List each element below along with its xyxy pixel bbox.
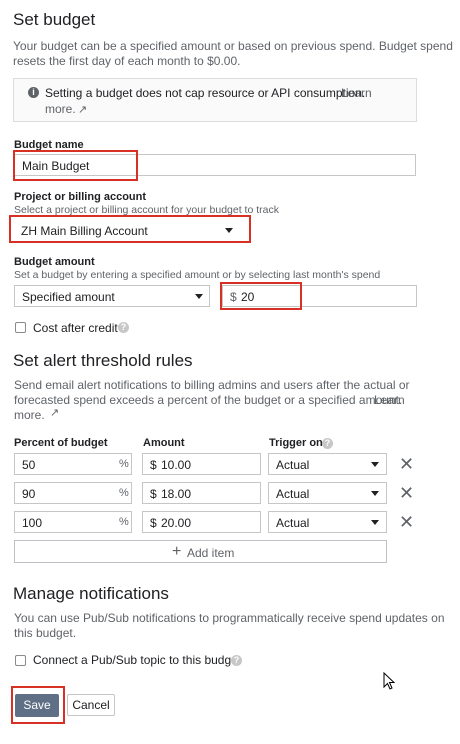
pubsub-label: Connect a Pub/Sub topic to this budget — [33, 653, 242, 667]
highlight-amount — [220, 282, 302, 310]
chevron-down-icon — [371, 462, 379, 467]
notifications-heading: Manage notifications — [13, 584, 169, 603]
percent-input-2[interactable]: 90 % — [14, 482, 132, 504]
alert-learn-more-link[interactable]: more. — [14, 407, 45, 424]
budget-amount-label: Budget amount — [14, 256, 95, 268]
amount-value-2: 18.00 — [161, 487, 192, 501]
amount-type-select[interactable]: Specified amount — [14, 285, 210, 307]
remove-row-icon[interactable]: ✕ — [399, 513, 414, 531]
budget-description-line2: resets the first day of each month to $0… — [13, 54, 241, 68]
amount-currency: $ — [150, 458, 157, 472]
trigger-select-2[interactable]: Actual — [268, 482, 387, 504]
amount-value-1: 10.00 — [161, 458, 192, 472]
alert-description-line2: forecasted spend exceeds a percent of th… — [14, 393, 403, 407]
add-item-button[interactable]: + Add item — [14, 540, 387, 563]
notifications-description-line1: You can use Pub/Sub notifications to pro… — [14, 611, 445, 625]
help-icon[interactable]: ? — [322, 438, 333, 449]
percent-input-3[interactable]: 100 % — [14, 511, 132, 533]
remove-row-icon[interactable]: ✕ — [399, 455, 414, 473]
col-amount-header: Amount — [143, 437, 185, 449]
pubsub-checkbox[interactable] — [15, 655, 26, 666]
percent-symbol: % — [119, 458, 129, 470]
trigger-value-3: Actual — [276, 516, 310, 530]
percent-symbol: % — [119, 516, 129, 528]
trigger-value-1: Actual — [276, 458, 310, 472]
help-icon[interactable]: ? — [231, 655, 242, 666]
remove-row-icon[interactable]: ✕ — [399, 484, 414, 502]
percent-value-2: 90 — [22, 487, 36, 501]
amount-input-3[interactable]: $ 20.00 — [142, 511, 261, 533]
trigger-value-2: Actual — [276, 487, 310, 501]
cost-after-credit-label: Cost after credit — [33, 321, 118, 335]
chevron-down-icon — [371, 520, 379, 525]
budget-amount-help: Set a budget by entering a specified amo… — [14, 269, 381, 281]
percent-input-1[interactable]: 50 % — [14, 453, 132, 475]
info-text: Setting a budget does not cap resource o… — [45, 86, 366, 100]
amount-value-3: 20.00 — [161, 516, 192, 530]
trigger-select-3[interactable]: Actual — [268, 511, 387, 533]
highlight-budget-name — [13, 150, 138, 181]
amount-currency: $ — [150, 487, 157, 501]
notifications-description-line2: this budget. — [14, 626, 77, 640]
trigger-select-1[interactable]: Actual — [268, 453, 387, 475]
col-trigger-header: Trigger on — [269, 437, 323, 449]
alert-learn-link[interactable]: Learn — [374, 392, 405, 409]
chevron-down-icon — [371, 491, 379, 496]
add-item-label: Add item — [187, 546, 235, 560]
cancel-button[interactable]: Cancel — [67, 694, 115, 716]
amount-input-1[interactable]: $ 10.00 — [142, 453, 261, 475]
mouse-cursor-icon — [383, 672, 395, 690]
highlight-save — [11, 686, 65, 724]
alert-rules-heading: Set alert threshold rules — [13, 351, 193, 370]
percent-symbol: % — [119, 487, 129, 499]
info-learn-link-part2[interactable]: more. — [45, 101, 76, 118]
percent-value-1: 50 — [22, 458, 36, 472]
cost-after-credit-checkbox[interactable] — [15, 322, 26, 333]
percent-value-3: 100 — [22, 516, 43, 530]
external-link-icon: ↗ — [78, 104, 88, 116]
set-budget-heading: Set budget — [13, 10, 96, 29]
amount-type-value: Specified amount — [22, 290, 115, 304]
highlight-project — [9, 215, 251, 243]
help-icon[interactable]: ? — [118, 322, 129, 333]
info-learn-link-part1[interactable]: Learn — [341, 85, 372, 102]
chevron-down-icon — [195, 294, 203, 299]
amount-input-2[interactable]: $ 18.00 — [142, 482, 261, 504]
amount-currency: $ — [150, 516, 157, 530]
project-label: Project or billing account — [14, 191, 147, 203]
col-percent-header: Percent of budget — [14, 437, 108, 449]
info-icon: i — [28, 87, 39, 98]
plus-icon: + — [172, 543, 182, 560]
info-banner: i Setting a budget does not cap resource… — [13, 78, 417, 122]
external-link-icon: ↗ — [50, 407, 60, 419]
